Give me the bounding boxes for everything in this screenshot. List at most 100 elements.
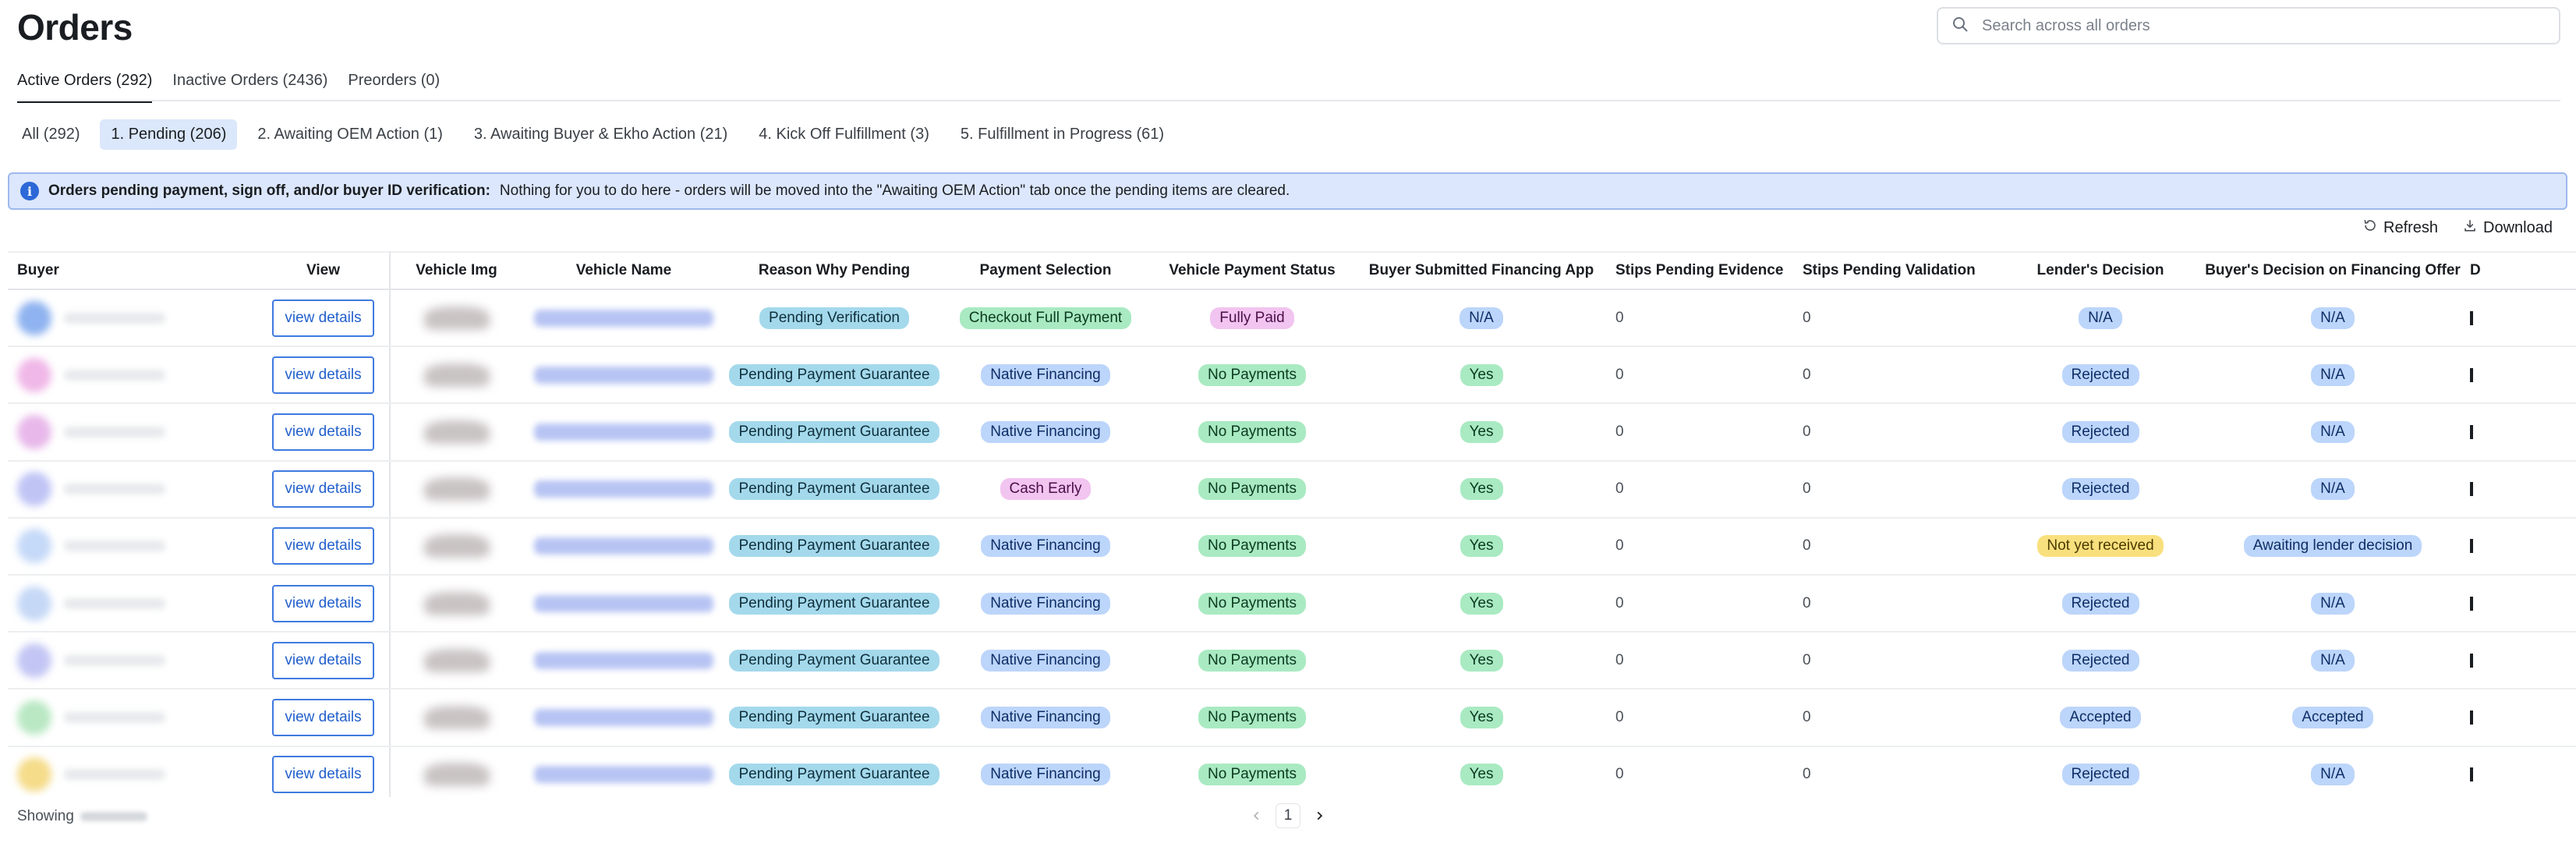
buyer-cell [8, 574, 257, 633]
financing-app-cell: Yes [1357, 517, 1606, 576]
lender-decision-badge: Accepted [2060, 706, 2141, 728]
status-cell: No Payments [1148, 403, 1357, 462]
table-row[interactable]: view details Pending Payment Guarantee Nat… [8, 632, 2576, 690]
view-details-button[interactable]: view details [272, 641, 374, 679]
tabs-divider [17, 100, 2560, 101]
truncated-cell-edge [2470, 596, 2473, 611]
payment-cell: Native Financing [943, 746, 1148, 797]
stips-validation-cell: 0 [1793, 746, 1996, 797]
financing-app-badge: Yes [1460, 535, 1503, 558]
view-details-button[interactable]: view details [272, 413, 374, 451]
download-button[interactable]: Download [2463, 218, 2553, 237]
col-header-lender-decision[interactable]: Lender's Decision [1996, 251, 2205, 290]
download-label: Download [2483, 218, 2553, 236]
payment-status-badge: No Payments [1198, 764, 1307, 786]
truncated-cell [2461, 346, 2576, 405]
view-cell: view details [257, 746, 391, 797]
col-header-vehicle-img[interactable]: Vehicle Img [390, 251, 522, 290]
truncated-cell [2461, 460, 2576, 519]
tab-preorders[interactable]: Preorders (0) [348, 67, 440, 103]
col-header-payment-selection[interactable]: Payment Selection [943, 251, 1148, 290]
col-header-stips-evidence[interactable]: Stips Pending Evidence [1606, 251, 1793, 290]
search-input[interactable] [1982, 16, 2528, 35]
buyer-decision-cell: N/A [2205, 460, 2461, 519]
view-cell: view details [257, 289, 391, 348]
view-details-button[interactable]: view details [272, 698, 374, 736]
view-details-button[interactable]: view details [272, 756, 374, 794]
subtab-all[interactable]: All (292) [11, 119, 90, 150]
payment-cell: Native Financing [943, 689, 1148, 747]
vehicle-name-redacted[interactable] [534, 366, 713, 384]
view-cell: view details [257, 346, 391, 405]
vehicle-name-redacted[interactable] [534, 766, 713, 784]
table-row[interactable]: view details Pending Payment Guarantee Nat… [8, 346, 2576, 405]
view-details-button[interactable]: view details [272, 527, 374, 565]
chevron-left-icon[interactable] [1246, 805, 1268, 827]
buyer-name-redacted [64, 369, 165, 381]
col-header-reason-pending[interactable]: Reason Why Pending [725, 251, 943, 290]
refresh-label: Refresh [2383, 218, 2439, 236]
table-row[interactable]: view details Pending Payment Guarantee Cas… [8, 460, 2576, 519]
tab-inactive-orders[interactable]: Inactive Orders (2436) [172, 67, 327, 103]
reason-cell: Pending Payment Guarantee [725, 746, 943, 797]
truncated-cell [2461, 403, 2576, 462]
vehicle-name-cell [522, 689, 725, 747]
table-row[interactable]: view details Pending Payment Guarantee Nat… [8, 574, 2576, 633]
view-details-button[interactable]: view details [272, 356, 374, 394]
page-number[interactable]: 1 [1276, 803, 1300, 828]
truncated-cell [2461, 689, 2576, 747]
stips-evidence-cell: 0 [1606, 289, 1793, 348]
table-row[interactable]: view details Pending Payment Guarantee Nat… [8, 403, 2576, 462]
col-header-financing-app[interactable]: Buyer Submitted Financing App [1357, 251, 1606, 290]
financing-app-cell: Yes [1357, 346, 1606, 405]
subtab-awaiting-oem[interactable]: 2. Awaiting OEM Action (1) [246, 119, 454, 150]
banner-message: Nothing for you to do here - orders will… [499, 183, 1290, 199]
view-details-button[interactable]: view details [272, 470, 374, 509]
vehicle-image [423, 306, 490, 330]
financing-app-badge: Yes [1460, 764, 1503, 786]
col-header-vehicle-payment-status[interactable]: Vehicle Payment Status [1148, 251, 1357, 290]
table-row[interactable]: view details Pending Verification Checkout… [8, 289, 2576, 348]
payment-badge: Checkout Full Payment [959, 307, 1132, 329]
vehicle-name-redacted[interactable] [534, 480, 713, 498]
reason-badge: Pending Payment Guarantee [729, 535, 939, 558]
results-summary: Showing [17, 808, 147, 825]
buyer-decision-cell: Accepted [2205, 689, 2461, 747]
search-box[interactable] [1937, 7, 2560, 44]
stips-validation-cell: 0 [1793, 689, 1996, 747]
refresh-button[interactable]: Refresh [2363, 218, 2438, 237]
lender-decision-cell: Rejected [1996, 346, 2205, 405]
vehicle-name-redacted[interactable] [534, 537, 713, 555]
view-details-button[interactable]: view details [272, 584, 374, 622]
subtab-fulfillment-in-progress[interactable]: 5. Fulfillment in Progress (61) [950, 119, 1175, 150]
table-row[interactable]: view details Pending Payment Guarantee Nat… [8, 517, 2576, 576]
table-row[interactable]: view details Pending Payment Guarantee Nat… [8, 689, 2576, 747]
col-header-vehicle-name[interactable]: Vehicle Name [522, 251, 725, 290]
vehicle-name-redacted[interactable] [534, 423, 713, 441]
subtab-kick-off-fulfillment[interactable]: 4. Kick Off Fulfillment (3) [748, 119, 940, 150]
vehicle-image [423, 534, 490, 558]
lender-decision-cell: Rejected [1996, 574, 2205, 633]
financing-app-badge: Yes [1460, 420, 1503, 443]
payment-badge: Native Financing [981, 420, 1110, 443]
truncated-cell-edge [2470, 482, 2473, 497]
truncated-cell-edge [2470, 710, 2473, 725]
view-details-button[interactable]: view details [272, 299, 374, 337]
col-header-stips-validation[interactable]: Stips Pending Validation [1793, 251, 1996, 290]
chevron-right-icon[interactable] [1308, 805, 1330, 827]
vehicle-name-redacted[interactable] [534, 309, 713, 327]
vehicle-name-redacted[interactable] [534, 708, 713, 726]
col-header-truncated[interactable]: D [2461, 251, 2576, 290]
lender-decision-cell: Not yet received [1996, 517, 2205, 576]
tab-active-orders[interactable]: Active Orders (292) [17, 67, 153, 103]
vehicle-name-redacted[interactable] [534, 651, 713, 669]
subtab-awaiting-buyer-ekho[interactable]: 3. Awaiting Buyer & Ekho Action (21) [463, 119, 738, 150]
vehicle-name-redacted[interactable] [534, 594, 713, 612]
col-header-view[interactable]: View [257, 251, 391, 290]
col-header-buyer[interactable]: Buyer [8, 251, 257, 290]
subtab-pending[interactable]: 1. Pending (206) [100, 119, 238, 150]
payment-status-badge: No Payments [1198, 478, 1307, 501]
table-row[interactable]: view details Pending Payment Guarantee Nat… [8, 746, 2576, 797]
col-header-buyer-decision[interactable]: Buyer's Decision on Financing Offer [2205, 251, 2461, 290]
reason-cell: Pending Payment Guarantee [725, 403, 943, 462]
